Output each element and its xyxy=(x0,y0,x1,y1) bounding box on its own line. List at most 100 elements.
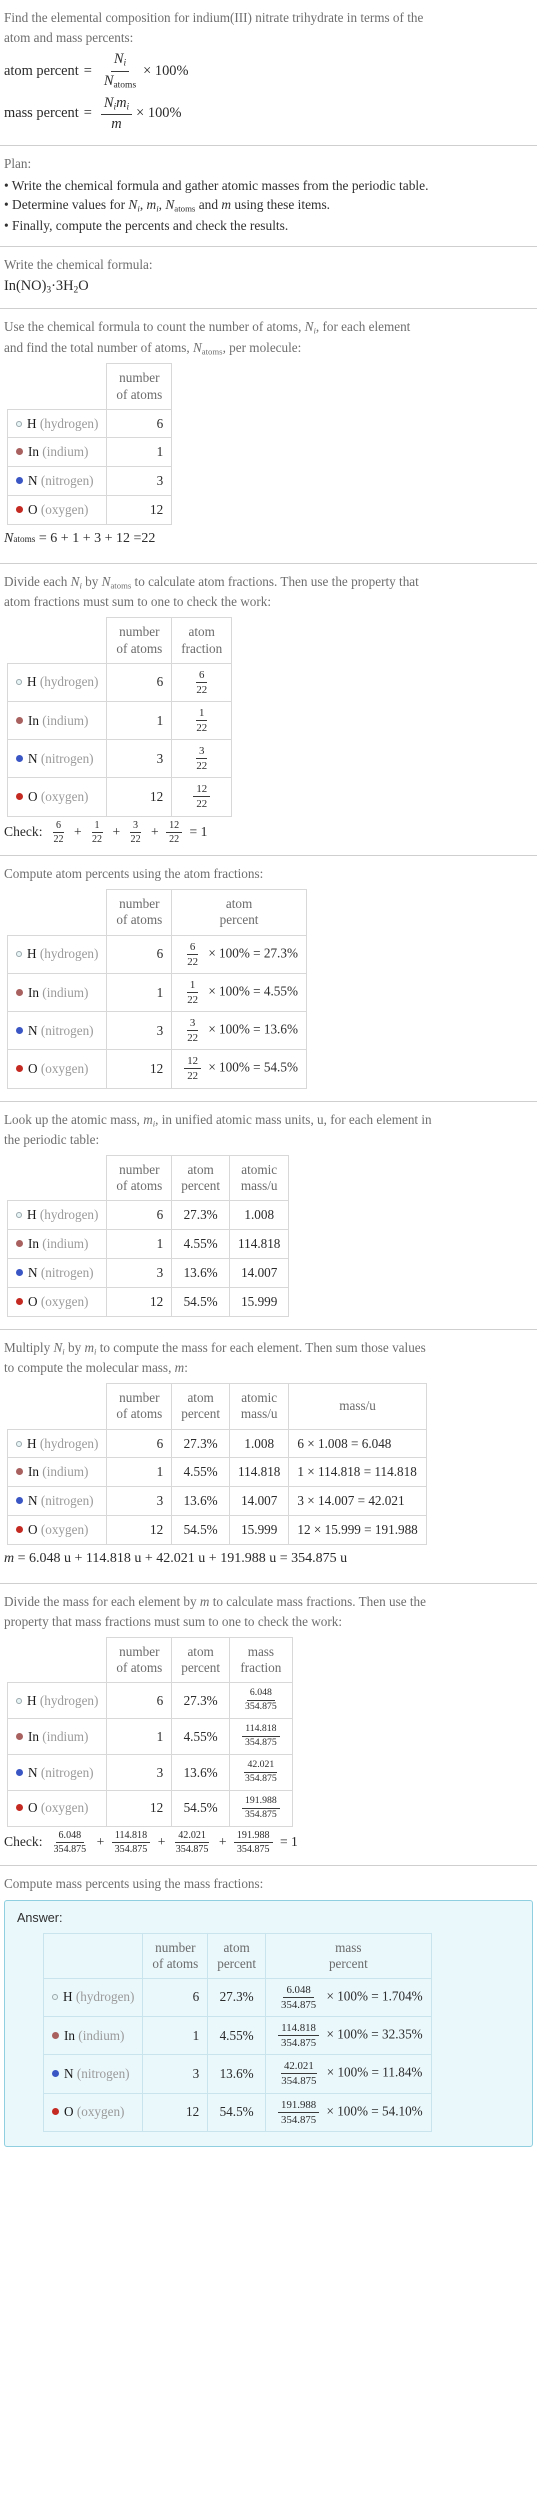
cell-number-of-atoms: 12 xyxy=(106,1789,173,1827)
element-symbol: O xyxy=(28,1800,41,1816)
header-number-of-atoms: number of atoms xyxy=(106,889,173,936)
fraction: 3 22 xyxy=(128,820,144,846)
element-symbol: In xyxy=(64,2027,79,2043)
table-header-row: number of atoms xyxy=(7,363,173,410)
cell-atom-percent-expression: 3 22 × 100% = 13.6% xyxy=(171,1011,307,1051)
atom-percent-value: × 100% = 27.3% xyxy=(205,945,298,961)
atom-fraction-prompt-line2: atom fractions must sum to one to check … xyxy=(4,594,271,610)
fraction-denominator: 22 xyxy=(196,760,208,773)
element-name: (oxygen) xyxy=(40,789,89,805)
fraction-numerator: 42.021 xyxy=(175,1830,209,1844)
fraction: 1 22 xyxy=(89,820,105,846)
element-name: (nitrogen) xyxy=(40,750,94,766)
element-label-n: N (nitrogen) xyxy=(6,1258,108,1288)
table-row: O (oxygen) 12 12 22 × 100% = 54.5% xyxy=(6,1049,307,1089)
element-name: (indium) xyxy=(42,984,89,1000)
element-mass-table: number of atoms atom percent atomic mass/u … xyxy=(6,1383,427,1545)
total-atoms-value: 22 xyxy=(141,530,156,546)
fraction-numerator: 191.988 xyxy=(278,2099,320,2113)
element-label-in: In (indium) xyxy=(6,1718,108,1756)
cell-atomic-mass: 1.008 xyxy=(229,1428,290,1459)
header-atomic-mass: atomic mass/u xyxy=(229,1155,290,1202)
cell-atom-percent: 54.5% xyxy=(171,1286,231,1317)
mass-percent-section: Compute mass percents using the mass fra… xyxy=(0,1866,537,2160)
fraction: 114.818 354.875 xyxy=(242,1723,280,1749)
element-color-dot-icon xyxy=(16,1269,23,1277)
fraction-denominator: 354.875 xyxy=(281,2037,317,2050)
mass-fraction-prompt-line1: Divide the mass for each element by m to… xyxy=(4,1593,426,1609)
check-label: Check: xyxy=(4,1834,43,1850)
element-label-h: H (hydrogen) xyxy=(6,662,108,702)
element-name: (hydrogen) xyxy=(39,1435,99,1451)
element-name: (oxygen) xyxy=(40,1800,89,1816)
table-header-row: number of atoms atom percent atomic mass/u xyxy=(7,1155,290,1202)
header-mass: mass/u xyxy=(288,1383,427,1430)
element-color-dot-icon xyxy=(16,754,23,762)
element-symbol: In xyxy=(28,1464,43,1480)
table-row: N (nitrogen) 3 13.6% 42.021 354.875 × 100% =… xyxy=(42,2054,432,2094)
chemical-formula-value: In(NO)3·3H2O xyxy=(4,278,89,296)
atomic-mass-prompt-line1: Look up the atomic mass, mi, in unified … xyxy=(4,1111,432,1128)
plan-heading: Plan: xyxy=(4,156,32,172)
cell-number-of-atoms: 12 xyxy=(142,2092,209,2132)
times-100-percent: × 100% xyxy=(143,62,189,79)
header-number-of-atoms: number of atoms xyxy=(106,363,173,410)
cell-number-of-atoms: 6 xyxy=(106,1428,173,1459)
element-label-o: O (oxygen) xyxy=(42,2092,144,2132)
corner-cell xyxy=(7,617,108,664)
table-row: H (hydrogen) 6 27.3% 6.048 354.875 xyxy=(6,1682,293,1720)
element-color-dot-icon xyxy=(52,1994,58,2001)
element-name: (nitrogen) xyxy=(40,1265,94,1281)
cell-atom-percent: 4.55% xyxy=(171,1718,231,1756)
plus-sign: + xyxy=(70,823,86,839)
cell-mass-fraction: 6.048 354.875 xyxy=(229,1682,293,1720)
element-name: (oxygen) xyxy=(40,502,89,518)
element-symbol: N xyxy=(28,1764,41,1780)
fraction-numerator: 6 xyxy=(186,941,199,955)
corner-cell xyxy=(7,1637,108,1684)
atom-fraction-body: H (hydrogen) 6 6 22 In (indium) 1 1 22 N (nitrog… xyxy=(6,662,233,817)
table-row: O (oxygen) 12 54.5% 191.988 354.875 × 100% =… xyxy=(42,2092,432,2132)
cell-number-of-atoms: 3 xyxy=(142,2054,209,2094)
element-color-dot-icon xyxy=(16,716,23,724)
element-name: (nitrogen) xyxy=(40,1493,94,1509)
element-color-dot-icon xyxy=(16,1240,23,1248)
cell-number-of-atoms: 1 xyxy=(106,1457,173,1488)
element-label-in: In (indium) xyxy=(6,1457,108,1488)
table-row: O (oxygen) 12 54.5% 15.999 xyxy=(6,1286,290,1317)
element-label-in: In (indium) xyxy=(42,2015,144,2056)
fraction: 114.818 354.875 xyxy=(111,1830,151,1856)
check-label: Check: xyxy=(4,824,43,840)
fraction-denominator: 22 xyxy=(53,833,64,845)
mass-percent-definition-label: mass percent xyxy=(4,104,79,121)
fraction: 6.048 354.875 xyxy=(278,1984,319,2011)
cell-atom-percent: 54.5% xyxy=(171,1514,231,1545)
table-row: N (nitrogen) 3 xyxy=(6,466,173,497)
fraction: 1 22 xyxy=(193,707,210,734)
cell-mass-expression: 1 × 114.818 = 114.818 xyxy=(288,1457,427,1488)
mass-percent-definition: mass percent = Nimi m × 100% xyxy=(4,95,533,132)
element-label-in: In (indium) xyxy=(6,972,108,1013)
element-name: (nitrogen) xyxy=(40,1764,94,1780)
cell-number-of-atoms: 1 xyxy=(106,1229,173,1260)
cell-number-of-atoms: 3 xyxy=(106,739,173,779)
element-symbol: H xyxy=(27,674,40,690)
plan-bullet-1: • Write the chemical formula and gather … xyxy=(4,177,429,193)
fraction-numerator: 191.988 xyxy=(242,1795,280,1809)
cell-number-of-atoms: 1 xyxy=(106,972,173,1013)
fraction-denominator: 354.875 xyxy=(53,1844,87,1856)
plan-bullet-3: • Finally, compute the percents and chec… xyxy=(4,218,289,233)
element-mass-prompt-line2: to compute the molecular mass, m: xyxy=(4,1360,188,1376)
fraction-denominator: 22 xyxy=(92,833,103,845)
fraction: 191.988 354.875 xyxy=(278,2099,320,2126)
element-color-dot-icon xyxy=(16,448,23,456)
plan-section: Plan: • Write the chemical formula and g… xyxy=(0,146,537,247)
cell-atomic-mass: 114.818 xyxy=(229,1457,290,1488)
plus-sign: + xyxy=(93,1833,108,1849)
cell-number-of-atoms: 3 xyxy=(106,1258,173,1288)
answer-label: Answer: xyxy=(17,1910,63,1925)
table-row: O (oxygen) 12 54.5% 191.988 354.875 xyxy=(6,1789,293,1827)
fraction-numerator: 3 xyxy=(186,1017,199,1032)
element-label-o: O (oxygen) xyxy=(6,1286,108,1317)
fraction: 3 22 xyxy=(184,1017,201,1044)
